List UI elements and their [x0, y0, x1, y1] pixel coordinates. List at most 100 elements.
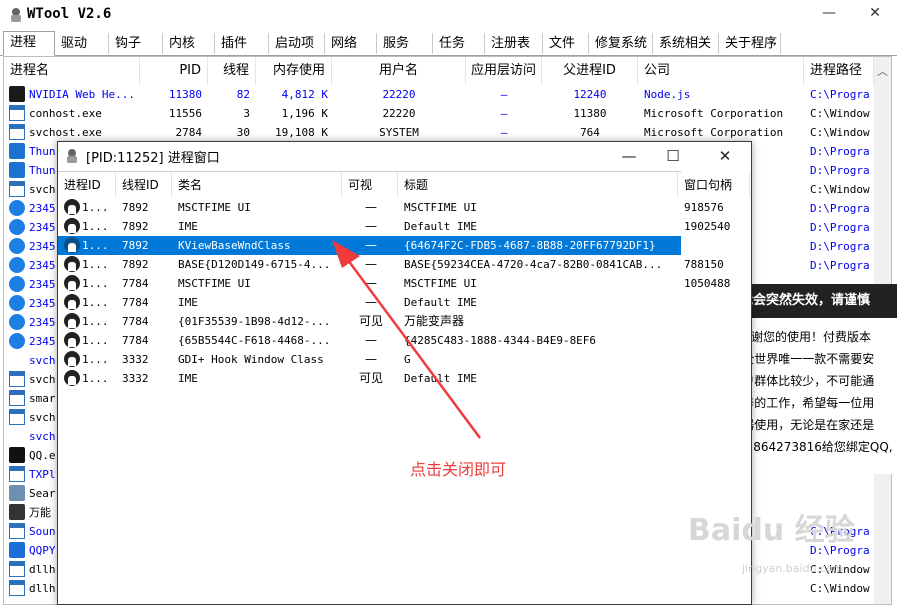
window-cell-pid: 1...: [82, 239, 109, 252]
process-row[interactable]: NVIDIA Web He... 11380 82 4,812 K 22220 — 1224…: [4, 85, 870, 104]
column-header-7[interactable]: 公司: [638, 57, 804, 85]
column-header-6[interactable]: 父进程ID: [542, 57, 638, 85]
window-column-header-5[interactable]: 窗口句柄: [678, 172, 750, 198]
process-window-icon: [64, 332, 80, 348]
window-cell-tid: 7784: [122, 277, 149, 290]
tab-2[interactable]: 钩子: [109, 33, 163, 54]
tab-0[interactable]: 进程: [3, 31, 55, 56]
scroll-up-icon[interactable]: ︿: [877, 63, 888, 79]
process-cell-company: Microsoft Corporation: [644, 126, 784, 139]
process-cell-path: C:\Window: [810, 183, 870, 196]
window-column-header-3[interactable]: 可视: [342, 172, 398, 198]
tab-6[interactable]: 网络: [325, 33, 377, 54]
window-cell-vis: —: [365, 200, 377, 214]
minimize-button[interactable]: —: [809, 0, 849, 28]
process-cell-path: C:\Window: [810, 107, 870, 120]
wtool-logo-icon: [11, 8, 21, 22]
window-icon: [9, 409, 25, 425]
process-cell-pid: 11556: [168, 107, 202, 120]
qq-icon: [9, 447, 25, 463]
tab-9[interactable]: 注册表: [485, 33, 543, 54]
window-cell-cls: KViewBaseWndClass: [178, 239, 291, 252]
tab-12[interactable]: 系统相关: [653, 33, 719, 54]
process-cell-mem: 1,196 K: [281, 107, 328, 120]
process-row[interactable]: conhost.exe 11556 3 1,196 K 22220 — 11380 Micro…: [4, 104, 870, 123]
tab-13[interactable]: 关于程序: [719, 33, 781, 54]
tab-11[interactable]: 修复系统: [589, 33, 653, 54]
process-cell-path: D:\Progra: [810, 240, 870, 253]
process-window-icon: [64, 294, 80, 310]
process-window-icon: [64, 313, 80, 329]
window-cell-pid: 1...: [82, 315, 109, 328]
annotation-text: 点击关闭即可: [410, 460, 507, 479]
window-cell-pid: 1...: [82, 258, 109, 271]
process-cell-access: —: [500, 107, 508, 120]
column-header-2[interactable]: 线程: [208, 57, 256, 85]
process-cell-pid: 2784: [175, 126, 203, 139]
dialog-title: [PID:11252] 进程窗口: [86, 151, 220, 166]
process-window-icon: [64, 199, 80, 215]
process-cell-name: conhost.exe: [29, 107, 102, 120]
tab-7[interactable]: 服务: [377, 33, 433, 54]
tab-5[interactable]: 启动项: [269, 33, 325, 54]
process-window-icon: [64, 351, 80, 367]
window-icon: [9, 105, 25, 121]
process-cell-path: C:\Progra: [810, 88, 870, 101]
window-column-header-1[interactable]: 线程ID: [116, 172, 172, 198]
window-icon: [9, 561, 25, 577]
window-cell-cls: BASE{D120D149-6715-4...: [178, 258, 331, 271]
column-header-3[interactable]: 内存使用: [256, 57, 332, 85]
tab-10[interactable]: 文件: [543, 33, 589, 54]
column-header-4[interactable]: 用户名: [332, 57, 466, 85]
process-cell-company: Microsoft Corporation: [644, 107, 784, 120]
window-cell-title: MSCTFIME UI: [404, 201, 477, 214]
process-cell-ppid: 11380: [573, 107, 607, 120]
dialog-close-button[interactable]: ✕: [703, 142, 747, 170]
process-cell-path: C:\Window: [810, 582, 870, 595]
process-cell-ppid: 764: [580, 126, 600, 139]
column-header-1[interactable]: PID: [140, 57, 208, 85]
window-cell-pid: 1...: [82, 201, 109, 214]
window-cell-hwnd: [684, 312, 750, 331]
dialog-maximize-button[interactable]: ☐: [651, 142, 695, 170]
process-row[interactable]: svchost.exe 2784 30 19,108 K SYSTEM — 764 Micro…: [4, 123, 870, 142]
window-cell-tid: 7784: [122, 315, 149, 328]
browser-2345-icon: [9, 219, 25, 235]
window-cell-cls: IME: [178, 372, 198, 385]
window-cell-hwnd: [684, 331, 750, 350]
window-cell-pid: 1...: [82, 372, 109, 385]
window-cell-hwnd: [684, 293, 750, 312]
window-cell-cls: MSCTFIME UI: [178, 277, 251, 290]
dialog-minimize-button[interactable]: —: [607, 142, 651, 170]
window-column-header-0[interactable]: 进程ID: [58, 172, 116, 198]
tab-1[interactable]: 驱动: [55, 33, 109, 54]
tab-8[interactable]: 任务: [433, 33, 485, 54]
dialog-title-bar[interactable]: [PID:11252] 进程窗口 — ☐ ✕: [58, 142, 751, 170]
process-cell-ppid: 12240: [573, 88, 607, 101]
close-button[interactable]: ✕: [855, 0, 895, 28]
tab-3[interactable]: 内核: [163, 33, 215, 54]
window-cell-pid: 1...: [82, 277, 109, 290]
window-cell-cls: IME: [178, 220, 198, 233]
process-cell-user: 22220: [382, 88, 416, 101]
browser-2345-icon: [9, 200, 25, 216]
window-row[interactable]: 1... 7892 MSCTFIME UI — MSCTFIME UI 918576: [58, 198, 724, 217]
tab-4[interactable]: 插件: [215, 33, 269, 54]
process-cell-access: —: [500, 126, 508, 139]
column-header-0[interactable]: 进程名: [4, 57, 140, 85]
window-cell-cls: IME: [178, 296, 198, 309]
process-cell-name: NVIDIA Web He...: [29, 88, 135, 101]
process-cell-path: D:\Progra: [810, 259, 870, 272]
annotation-arrow: [332, 240, 482, 439]
window-cell-cls: GDI+ Hook Window Class: [178, 353, 324, 366]
window-column-header-4[interactable]: 标题: [398, 172, 678, 198]
window-cell-hwnd: [684, 369, 750, 388]
process-cell-user: SYSTEM: [379, 126, 419, 139]
window-cell-hwnd: 918576: [684, 201, 724, 214]
process-window-icon: [64, 237, 80, 253]
column-header-5[interactable]: 应用层访问: [466, 57, 542, 85]
window-column-header-2[interactable]: 类名: [172, 172, 342, 198]
column-header-8[interactable]: 进程路径: [804, 57, 874, 85]
process-cell-access: —: [500, 88, 508, 101]
window-cell-hwnd: 1902540: [684, 220, 731, 233]
